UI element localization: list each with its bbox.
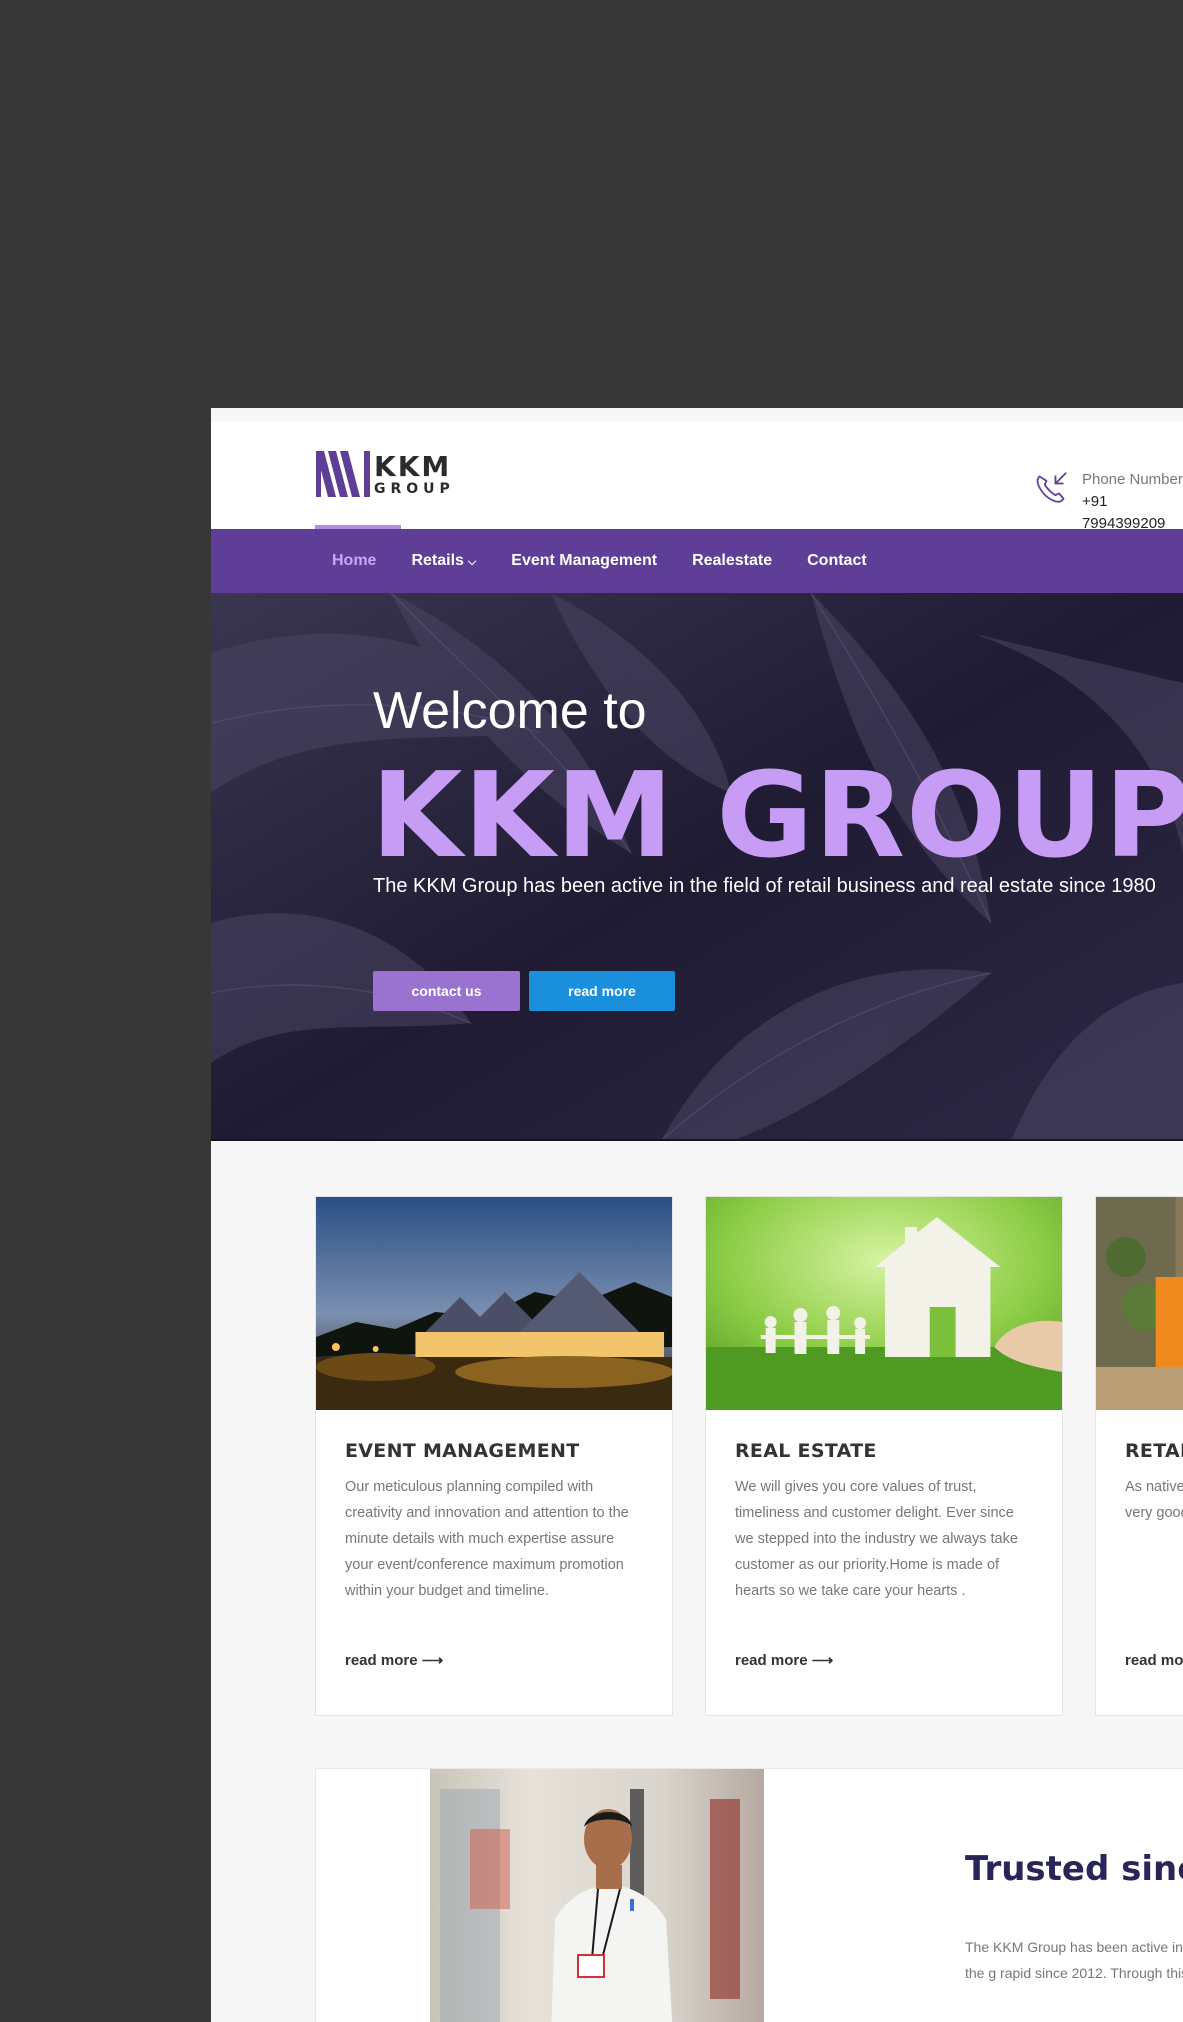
trusted-description: The KKM Group has been active in real es… xyxy=(965,1939,1183,1981)
paper-house-family-image xyxy=(706,1197,1062,1410)
hero-welcome-text: Welcome to xyxy=(373,682,647,740)
hero-subtitle: The KKM Group has been active in the fie… xyxy=(373,875,1156,897)
chevron-down-icon: ⌵ xyxy=(467,556,477,568)
services-section: EVENT MANAGEMENT Our meticulous planning… xyxy=(315,1196,1183,1716)
phone-label: Phone Number xyxy=(1081,471,1183,488)
nav-item-event-management[interactable]: Event Management xyxy=(511,552,657,570)
card-title: EVENT MANAGEMENT xyxy=(345,1440,580,1462)
service-card-real-estate: REAL ESTATE We will gives you core value… xyxy=(705,1196,1063,1716)
logo-subtitle: GROUP xyxy=(374,480,455,497)
card-read-more-link[interactable]: read more ⟶ xyxy=(735,1651,1033,1669)
card-title: REAL ESTATE xyxy=(735,1440,877,1462)
card-description: We will gives you core values of trust, … xyxy=(735,1479,1018,1599)
event-tents-image xyxy=(316,1197,672,1410)
trusted-section: Trusted since 1980 The KKM Group has bee… xyxy=(315,1768,1183,2022)
phone-incoming-icon xyxy=(1036,472,1067,503)
nav-item-contact[interactable]: Contact xyxy=(807,552,867,570)
nav-item-home[interactable]: Home xyxy=(332,552,376,570)
founder-portrait-image xyxy=(430,1769,764,2022)
card-read-more-link[interactable]: read more ⟶ xyxy=(1125,1651,1183,1669)
card-description: As natives for many requirements temple.… xyxy=(1125,1479,1183,1521)
hero-banner: Welcome to KKM GROUP The KKM Group has b… xyxy=(211,593,1183,1141)
logo-name: KKM xyxy=(374,449,452,483)
hero-title: KKM GROUP xyxy=(371,746,1183,884)
site-header: KKM GROUP Phone Number +91 7994399209 xyxy=(211,421,1183,532)
nav-item-realestate[interactable]: Realestate xyxy=(692,552,772,570)
top-strip xyxy=(211,408,1183,421)
kkm-logo[interactable]: KKM GROUP xyxy=(316,451,455,497)
shopping-bags-image xyxy=(1096,1197,1183,1410)
trusted-heading: Trusted since 1980 xyxy=(965,1849,1183,1889)
read-more-button[interactable]: read more xyxy=(529,971,675,1011)
contact-us-button[interactable]: contact us xyxy=(373,971,520,1011)
nav-item-retails[interactable]: Retails ⌵ xyxy=(411,552,476,570)
service-card-event-management: EVENT MANAGEMENT Our meticulous planning… xyxy=(315,1196,673,1716)
hero-divider xyxy=(211,1139,1183,1141)
service-card-retail: RETAIL As natives for many requirements … xyxy=(1095,1196,1183,1716)
main-navigation: Home Retails ⌵ Event Management Realestat… xyxy=(211,525,1183,593)
website-page: KKM GROUP Phone Number +91 7994399209 Ho… xyxy=(211,408,1183,2022)
kkm-logo-mark-icon xyxy=(316,451,370,497)
card-title: RETAIL xyxy=(1125,1440,1183,1462)
card-description: Our meticulous planning compiled with cr… xyxy=(345,1479,629,1599)
card-read-more-link[interactable]: read more ⟶ xyxy=(345,1651,643,1669)
phone-contact: Phone Number +91 7994399209 xyxy=(1034,469,1183,535)
